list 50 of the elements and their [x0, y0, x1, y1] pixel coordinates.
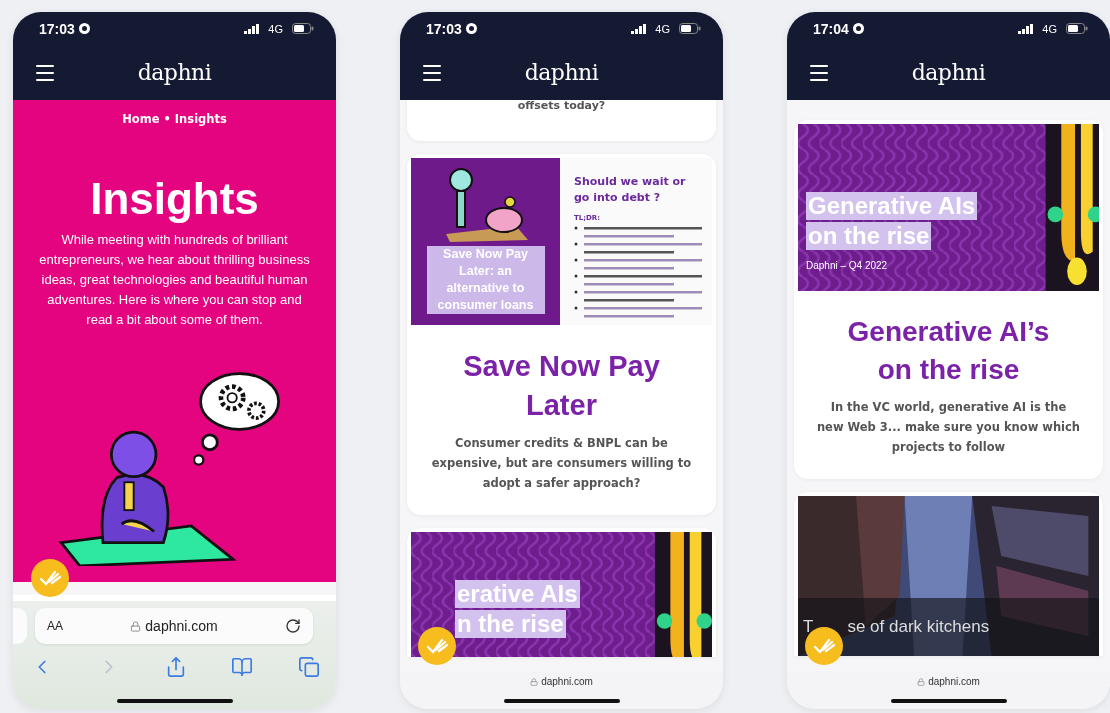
address-bar[interactable]: AA daphni.com: [35, 608, 313, 644]
check-hand-icon: [39, 570, 61, 586]
cover-heading: Save Now Pay Later: an alternative to consumer loans: [426, 246, 545, 314]
url-text[interactable]: daphni.com: [541, 676, 593, 687]
signal-icon: [244, 23, 261, 34]
status-time: 17:03: [426, 20, 462, 37]
article-card[interactable]: [407, 154, 716, 515]
check-hand-icon: [426, 638, 448, 654]
lock-icon: [917, 677, 926, 686]
article-description: Consumer credits & BNPL can be expensive, but are consumers willing to adopt a safer approach?: [430, 435, 693, 492]
article-card[interactable]: offsets today?: [407, 100, 716, 141]
text-size-button[interactable]: AA: [47, 619, 63, 633]
article-title: Save Now Pay Later: [462, 349, 661, 423]
logo[interactable]: daphni: [911, 60, 986, 85]
signal-icon: [1018, 23, 1035, 34]
reload-icon[interactable]: [285, 618, 301, 634]
cover-side-title: Should we wait or go into debt ?: [574, 174, 687, 206]
battery-icon: [679, 23, 701, 34]
battery-icon: [1066, 23, 1088, 34]
lock-icon: [130, 620, 142, 632]
article-card[interactable]: T se of dark kitchens: [794, 492, 1103, 656]
photo-caption: T: [803, 617, 814, 637]
breadcrumb-current: Insights: [174, 112, 227, 126]
signal-icon: [631, 23, 648, 34]
breadcrumb-separator: •: [163, 112, 171, 126]
logo[interactable]: daphni: [524, 60, 599, 85]
article-title: Generative AI’s on the rise: [846, 315, 1051, 387]
lock-icon: [530, 677, 539, 686]
logo[interactable]: daphni: [137, 60, 212, 85]
network-label: 4G: [268, 22, 283, 35]
page-title: Insights: [90, 174, 259, 224]
intro-text: While meeting with hundreds of brilliant entrepreneurs, we hear about thrilling business ideas, great technologies and beautiful human adventures. Here is where you can stop and read a bit about some of them.: [38, 231, 311, 329]
status-time: 17:03: [39, 20, 75, 37]
check-hand-icon: [813, 638, 835, 654]
network-label: 4G: [1042, 22, 1057, 35]
cover-byline: Daphni – Q4 2022: [806, 260, 888, 271]
card-text: offsets today?: [517, 100, 606, 114]
focus-icon: [852, 23, 864, 34]
battery-icon: [292, 23, 314, 34]
article-card[interactable]: Generative AIs on the rise Daphni – Q4 2022 Generative AI’s on the rise In the VC world, generative AI is the new Web 3... make sure you know which projects to follow: [794, 120, 1103, 479]
focus-icon: [465, 23, 477, 34]
photo-caption: se of dark kitchens: [847, 617, 990, 637]
article-description: In the VC world, generative AI is the new Web 3... make sure you know which projects to follow: [816, 399, 1081, 456]
focus-icon: [78, 23, 90, 34]
url-text[interactable]: daphni.com: [928, 676, 980, 687]
url-text: daphni.com: [145, 618, 218, 634]
tabs-icon[interactable]: [296, 654, 322, 680]
status-time: 17:04: [813, 20, 849, 37]
breadcrumb-link[interactable]: Home: [122, 112, 160, 126]
network-label: 4G: [655, 22, 670, 35]
